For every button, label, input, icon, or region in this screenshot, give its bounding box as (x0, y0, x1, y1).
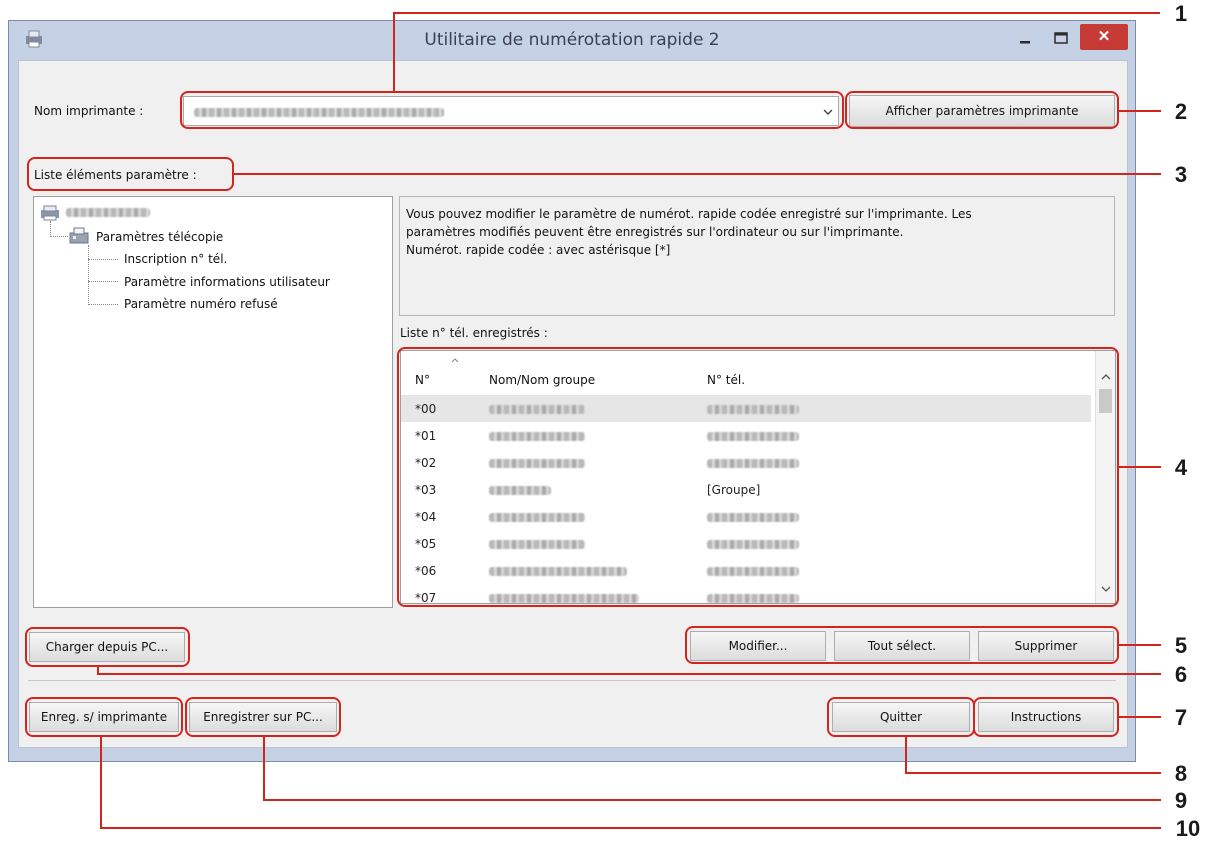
tree-fax-settings[interactable]: Paramètres télécopie (96, 230, 223, 244)
settings-tree[interactable]: Paramètres télécopie Inscription n° tél.… (33, 196, 393, 608)
fax-icon (69, 227, 89, 244)
callout-number-5: 5 (1174, 633, 1188, 658)
tree-line (88, 281, 118, 283)
callout-line-8 (905, 772, 1161, 774)
description-box: Vous pouvez modifier le paramètre de num… (399, 196, 1115, 316)
callout-line-1 (393, 12, 1160, 14)
separator (28, 680, 1116, 681)
callout-box-1 (180, 91, 844, 129)
callout-line-5 (1119, 644, 1161, 646)
close-button[interactable]: ✕ (1080, 24, 1128, 50)
callout-number-1: 1 (1174, 1, 1188, 26)
callout-number-2: 2 (1174, 99, 1188, 124)
callout-line-10 (100, 737, 102, 828)
title-bar[interactable]: Utilitaire de numérotation rapide 2 ✕ (8, 20, 1136, 60)
description-line-3: Numérot. rapide codée : avec astérisque … (406, 243, 671, 257)
callout-box-8 (827, 697, 975, 737)
tree-item-phone-registration[interactable]: Inscription n° tél. (124, 252, 227, 266)
close-icon: ✕ (1097, 28, 1111, 45)
callout-number-3: 3 (1174, 162, 1188, 187)
printer-icon (41, 205, 59, 221)
callout-box-10 (25, 697, 183, 737)
tree-item-user-info[interactable]: Paramètre informations utilisateur (124, 275, 330, 289)
callout-box-2 (845, 91, 1119, 129)
registered-list-label: Liste n° tél. enregistrés : (400, 326, 548, 340)
description-line-2: paramètres modifiés peuvent être enregis… (406, 225, 904, 239)
callout-number-6: 6 (1174, 662, 1188, 687)
minimize-button[interactable] (1012, 28, 1038, 50)
callout-box-5 (685, 626, 1119, 664)
maximize-button[interactable] (1048, 28, 1074, 50)
callout-line-6 (97, 673, 1161, 675)
callout-box-4 (397, 347, 1119, 607)
printer-node-redacted (66, 208, 150, 217)
callout-box-9 (185, 697, 341, 737)
callout-line-10 (100, 827, 1161, 829)
tree-line (88, 259, 118, 261)
callout-line-9 (263, 799, 1161, 801)
callout-number-7: 7 (1174, 705, 1188, 730)
callout-box-6 (25, 627, 190, 667)
callout-line-9 (263, 737, 265, 800)
callout-number-9: 9 (1174, 788, 1188, 813)
callout-line-8 (905, 737, 907, 773)
callout-number-10: 10 (1175, 816, 1201, 841)
callout-line-7 (1119, 716, 1161, 718)
callout-line-3 (234, 173, 1161, 175)
tree-item-rejected-number[interactable]: Paramètre numéro refusé (124, 297, 278, 311)
callout-number-8: 8 (1174, 761, 1188, 786)
printer-name-label: Nom imprimante : (34, 104, 144, 118)
callout-box-7 (973, 697, 1119, 737)
callout-line-2 (1119, 110, 1161, 112)
tree-line (50, 221, 52, 237)
callout-line-4 (1119, 466, 1161, 468)
callout-line-1 (393, 12, 395, 92)
description-line-1: Vous pouvez modifier le paramètre de num… (406, 207, 972, 221)
callout-number-4: 4 (1174, 455, 1188, 480)
tree-line (88, 245, 90, 305)
callout-box-3 (27, 157, 234, 191)
tree-line (88, 304, 118, 306)
tree-line (50, 236, 68, 238)
window-title: Utilitaire de numérotation rapide 2 (424, 30, 720, 50)
